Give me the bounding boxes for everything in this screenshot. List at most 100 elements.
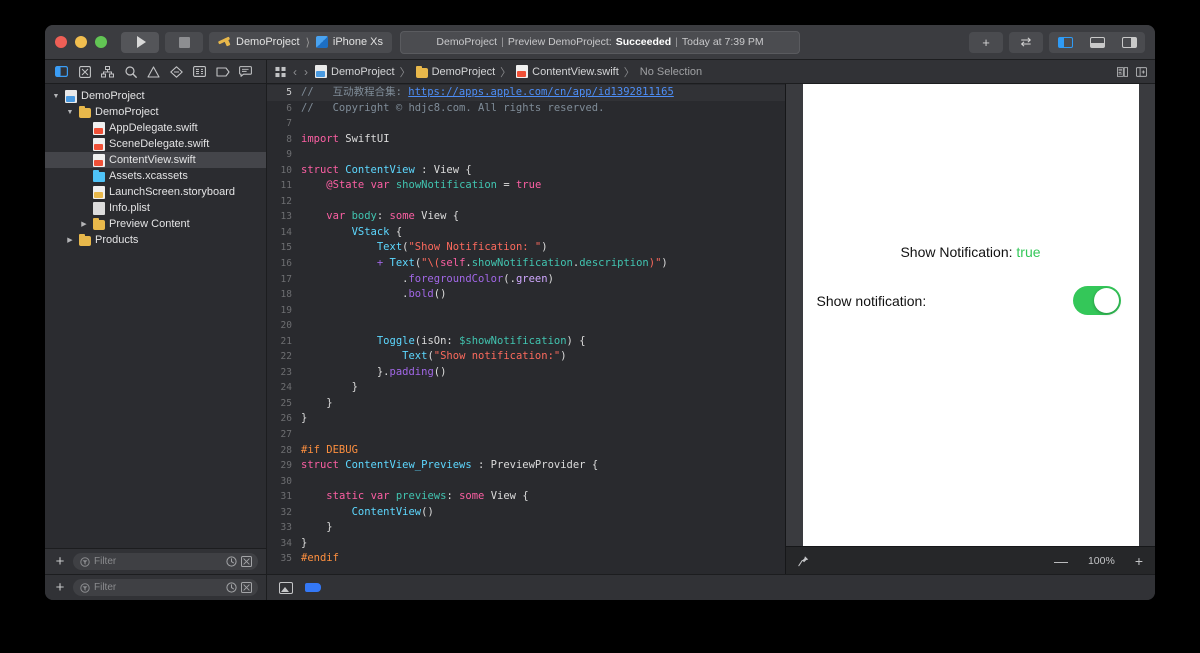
filter-input[interactable]: Filter (73, 553, 258, 570)
code-line[interactable]: 33 } (267, 520, 785, 536)
file-tree-row[interactable]: ▼ DemoProject (45, 88, 266, 104)
add-assistant-editor-icon[interactable] (1136, 66, 1147, 77)
file-tree-row[interactable]: SceneDelegate.swift (45, 136, 266, 152)
code-line[interactable]: 32 ContentView() (267, 505, 785, 521)
toggle-debug-area-button[interactable] (1081, 32, 1113, 53)
minimap-toggle-icon[interactable] (1117, 66, 1128, 77)
run-button[interactable] (121, 31, 159, 53)
code-line[interactable]: 19 (267, 303, 785, 319)
disclosure-open-icon[interactable]: ▼ (65, 109, 75, 116)
related-items-icon[interactable] (275, 66, 286, 77)
assets-icon (93, 170, 105, 182)
code-line[interactable]: 25 } (267, 396, 785, 412)
file-tree-row[interactable]: LaunchScreen.storyboard (45, 184, 266, 200)
code-line[interactable]: 12 (267, 194, 785, 210)
code-line[interactable]: 15 Text("Show Notification: ") (267, 240, 785, 256)
source-control-navigator-icon[interactable] (74, 63, 95, 81)
project-navigator-icon[interactable] (51, 63, 72, 81)
code-line[interactable]: 21 Toggle(isOn: $showNotification) { (267, 334, 785, 350)
code-line[interactable]: 20 (267, 318, 785, 334)
file-tree-row[interactable]: ▼ DemoProject (45, 104, 266, 120)
preview-canvas[interactable]: Show Notification: true Show notificatio… (786, 84, 1155, 546)
toggle-navigator-button[interactable] (1049, 32, 1081, 53)
add-editor-button[interactable]: + (969, 31, 1003, 53)
code-line[interactable]: 17 .foregroundColor(.green) (267, 272, 785, 288)
maximize-button[interactable] (95, 36, 107, 48)
code-line[interactable]: 26} (267, 411, 785, 427)
project-file-tree[interactable]: ▼ DemoProject ▼ DemoProject AppDelegate.swif… (45, 84, 266, 548)
issue-navigator-icon[interactable] (143, 63, 164, 81)
code-line[interactable]: 9 (267, 147, 785, 163)
code-line[interactable]: 16 + Text("\(self.showNotification.descr… (267, 256, 785, 272)
file-tree-row[interactable]: ContentView.swift (45, 152, 266, 168)
test-navigator-icon[interactable] (166, 63, 187, 81)
preview-canvas-pane: Show Notification: true Show notificatio… (785, 84, 1155, 574)
report-navigator-icon[interactable] (235, 63, 256, 81)
code-line[interactable]: 5 // 互动教程合集: https://apps.apple.com/cn/ap… (267, 85, 785, 101)
code-line[interactable]: 8 import SwiftUI (267, 132, 785, 148)
go-forward-button[interactable]: › (304, 65, 308, 79)
file-tree-row[interactable]: Info.plist (45, 200, 266, 216)
filter-input-bottom[interactable]: Filter (73, 579, 258, 596)
go-back-button[interactable]: ‹ (293, 65, 297, 79)
find-navigator-icon[interactable] (120, 63, 141, 81)
file-tree-row[interactable]: Assets.xcassets (45, 168, 266, 184)
code-line[interactable]: 30 (267, 474, 785, 490)
code-line[interactable]: 6 // Copyright © hdjc8.com. All rights re… (267, 101, 785, 117)
disclosure-open-icon[interactable]: ▼ (51, 93, 61, 100)
file-tree-row[interactable]: ▶ Preview Content (45, 216, 266, 232)
code-line[interactable]: 14 VStack { (267, 225, 785, 241)
code-line[interactable]: 13 var body: some View { (267, 209, 785, 225)
zoom-in-button[interactable]: + (1135, 554, 1143, 568)
stop-button[interactable] (165, 31, 203, 53)
code-line[interactable]: 23 }.padding() (267, 365, 785, 381)
minimize-button[interactable] (75, 36, 87, 48)
image-library-icon[interactable] (279, 581, 293, 594)
recent-files-icon[interactable] (226, 556, 237, 567)
code-line[interactable]: 11 @State var showNotification = true (267, 178, 785, 194)
disclosure-closed-icon[interactable]: ▶ (65, 236, 75, 244)
editor-scrollbar[interactable] (776, 84, 784, 574)
preview-device-screen[interactable]: Show Notification: true Show notificatio… (802, 84, 1139, 546)
close-button[interactable] (55, 36, 67, 48)
preview-toggle-switch[interactable] (1072, 286, 1121, 315)
symbol-navigator-icon[interactable] (97, 63, 118, 81)
debug-navigator-icon[interactable] (189, 63, 210, 81)
code-line[interactable]: 27 (267, 427, 785, 443)
code-line[interactable]: 22 Text("Show notification:") (267, 349, 785, 365)
pin-icon[interactable] (798, 555, 809, 566)
code-line[interactable]: 24 } (267, 380, 785, 396)
recent-files-icon-bottom[interactable] (226, 582, 237, 593)
toggle-inspector-button[interactable] (1113, 32, 1145, 53)
source-control-filter-icon-bottom[interactable] (241, 582, 252, 593)
code-line[interactable]: 31 static var previews: some View { (267, 489, 785, 505)
source-control-filter-icon[interactable] (241, 556, 252, 567)
code-line[interactable]: 18 .bold() (267, 287, 785, 303)
code-token: View { (414, 210, 460, 223)
window-body: ▼ DemoProject ▼ DemoProject AppDelegate.swif… (45, 60, 1155, 574)
breadcrumb-item-group[interactable]: DemoProject (415, 65, 495, 78)
add-file-button[interactable]: + (53, 554, 67, 569)
add-file-button-bottom[interactable]: + (53, 580, 67, 595)
toggle-knob (1093, 288, 1119, 313)
code-line[interactable]: 34} (267, 536, 785, 552)
file-tree-row[interactable]: ▶ Products (45, 232, 266, 248)
code-line[interactable]: 10 struct ContentView : View { (267, 163, 785, 179)
tag-icon[interactable] (305, 583, 321, 592)
breadcrumb-item-file[interactable]: ContentView.swift (516, 65, 619, 78)
disclosure-closed-icon[interactable]: ▶ (79, 220, 89, 228)
scheme-selector[interactable]: DemoProject ⟩ iPhone Xs (209, 31, 393, 53)
file-tree-row[interactable]: AppDelegate.swift (45, 120, 266, 136)
code-line[interactable]: 29 struct ContentView_Previews : PreviewP… (267, 458, 785, 474)
code-line[interactable]: 28 #if DEBUG (267, 443, 785, 459)
code-token: body (351, 210, 377, 223)
code-line[interactable]: 7 (267, 116, 785, 132)
breadcrumb-item-selection[interactable]: No Selection (640, 66, 702, 78)
source-editor[interactable]: 5 // 互动教程合集: https://apps.apple.com/cn/ap… (267, 84, 785, 574)
line-number: 26 (280, 413, 292, 425)
breadcrumb-item-project[interactable]: DemoProject (315, 65, 395, 78)
breakpoint-navigator-icon[interactable] (212, 63, 233, 81)
editor-options-button[interactable]: ⇄ (1009, 31, 1043, 53)
zoom-out-button[interactable]: — (1054, 554, 1068, 568)
code-line[interactable]: 35 #endif (267, 551, 785, 567)
